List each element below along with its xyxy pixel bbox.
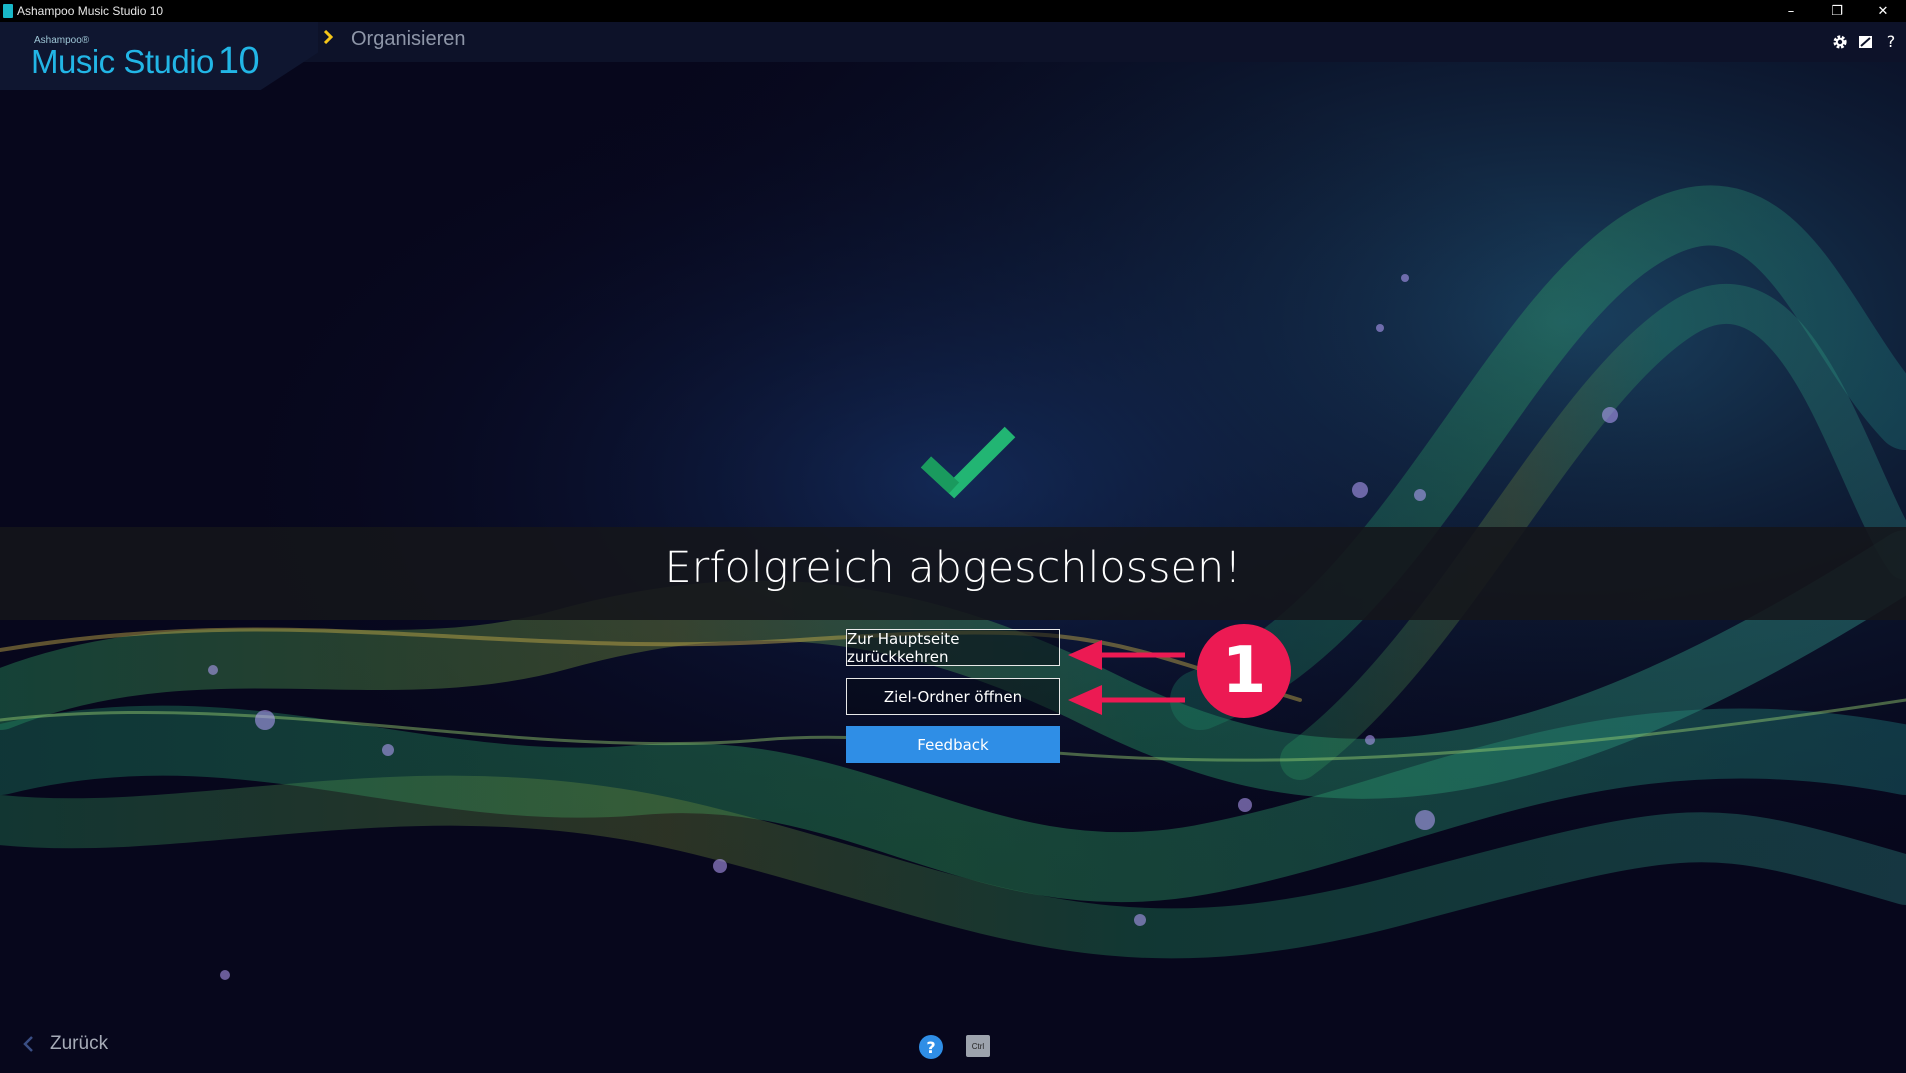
window-controls: – ❐ ✕ (1768, 0, 1906, 22)
chevron-left-icon (23, 1036, 33, 1052)
result-message: Erfolgreich abgeschlossen! (664, 543, 1242, 593)
restore-button[interactable]: ❐ (1814, 0, 1860, 22)
notes-icon[interactable] (1857, 33, 1875, 51)
logo-product-name: Music Studio (31, 43, 214, 80)
window-title: Ashampoo Music Studio 10 (17, 4, 164, 18)
breadcrumb-chevron-icon (323, 30, 334, 44)
annotation-badge: 1 (1197, 624, 1291, 718)
back-button[interactable]: Zurück (22, 1033, 108, 1055)
window-title-bar: Ashampoo Music Studio 10 – ❐ ✕ (0, 0, 1906, 22)
close-button[interactable]: ✕ (1860, 0, 1906, 22)
feedback-button[interactable]: Feedback (846, 726, 1060, 763)
app-icon (3, 4, 13, 18)
ctrl-key-icon[interactable]: Ctrl (966, 1035, 990, 1057)
logo-version: 10 (217, 40, 260, 82)
back-label: Zurück (50, 1033, 109, 1054)
help-circle-icon[interactable]: ? (919, 1035, 943, 1059)
checkmark-icon (920, 426, 1016, 499)
minimize-button[interactable]: – (1768, 0, 1814, 22)
open-target-folder-button[interactable]: Ziel-Ordner öffnen (846, 678, 1060, 715)
breadcrumb[interactable]: Organisieren (351, 28, 466, 51)
gear-icon[interactable] (1831, 33, 1849, 51)
return-home-button[interactable]: Zur Hauptseite zurückkehren (846, 629, 1060, 666)
help-icon[interactable]: ? (1882, 33, 1900, 51)
logo: Music Studio 10 (31, 40, 260, 83)
